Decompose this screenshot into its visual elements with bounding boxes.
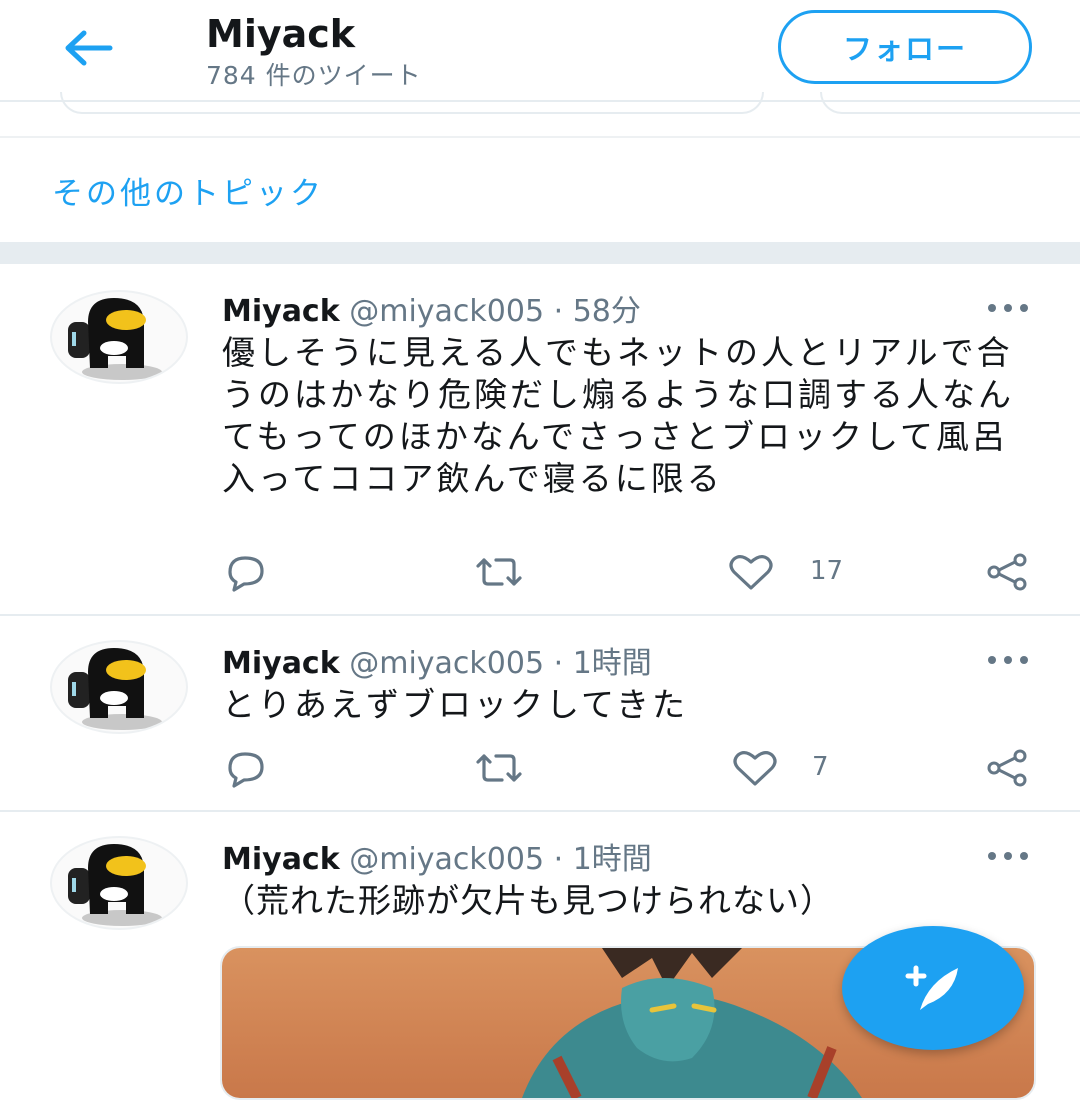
tweet-text: 優しそうに見える人でもネットの人とリアルで合うのはかなり危険だし煽るような口調す… — [222, 333, 1014, 498]
tweet-meta: Miyack @miyack005 · 58分 — [222, 286, 641, 330]
meta-separator: · — [553, 842, 564, 877]
back-arrow-icon[interactable] — [62, 28, 114, 68]
avatar[interactable] — [50, 640, 188, 734]
tweet[interactable]: Miyack @miyack005 · 1時間 とりあえずブロックしてきた 7 — [0, 616, 1080, 812]
tweet-text: （荒れた形跡が欠片も見つけられない） — [222, 881, 834, 920]
tweet-meta: Miyack @miyack005 · 1時間 — [222, 638, 652, 682]
display-name[interactable]: Miyack — [222, 646, 340, 681]
display-name[interactable]: Miyack — [222, 842, 340, 877]
reply-button[interactable] — [222, 746, 268, 790]
user-handle[interactable]: @miyack005 — [349, 294, 544, 329]
crewmate-avatar-icon — [68, 298, 162, 380]
tweet-time[interactable]: 58分 — [573, 294, 641, 329]
reply-icon — [228, 752, 264, 788]
compose-tweet-icon — [905, 965, 958, 1010]
avatar[interactable] — [50, 836, 188, 930]
share-button[interactable] — [984, 746, 1032, 790]
profile-title: Miyack — [206, 12, 356, 56]
more-icon[interactable] — [986, 302, 1030, 314]
display-name[interactable]: Miyack — [222, 294, 340, 329]
divider — [0, 136, 1080, 138]
like-count: 7 — [812, 752, 829, 782]
tweet-text: とりあえずブロックしてきた — [222, 685, 689, 724]
share-button[interactable] — [984, 550, 1032, 594]
like-icon — [729, 555, 773, 590]
tweet-actions: 17 — [222, 550, 1042, 594]
share-icon — [987, 749, 1027, 787]
user-handle[interactable]: @miyack005 — [349, 646, 544, 681]
tweet-count: 784 件のツイート — [206, 61, 422, 90]
tweet[interactable]: Miyack @miyack005 · 58分 優しそうに見える人でもネットの人… — [0, 264, 1080, 616]
retweet-icon — [476, 754, 522, 782]
tweet-meta: Miyack @miyack005 · 1時間 — [222, 834, 652, 878]
more-icon[interactable] — [986, 654, 1030, 666]
profile-header: Miyack 784 件のツイート フォロー — [0, 0, 1080, 102]
tweet-time[interactable]: 1時間 — [573, 646, 652, 681]
more-topics-link[interactable]: その他のトピック — [52, 168, 324, 213]
meta-separator: · — [553, 646, 564, 681]
tweet-time[interactable]: 1時間 — [573, 842, 652, 877]
topics-section: その他のトピック — [0, 112, 1080, 242]
reply-icon — [228, 556, 264, 592]
reply-button[interactable] — [222, 550, 268, 594]
retweet-button[interactable] — [472, 746, 526, 790]
crewmate-avatar-icon — [68, 844, 162, 926]
like-icon — [733, 751, 777, 786]
retweet-icon — [476, 558, 522, 586]
retweet-button[interactable] — [472, 550, 526, 594]
like-button[interactable] — [726, 550, 776, 594]
section-gap — [0, 242, 1080, 264]
meta-separator: · — [553, 294, 564, 329]
more-icon[interactable] — [986, 850, 1030, 862]
follow-button[interactable]: フォロー — [778, 10, 1032, 84]
topic-pill-remnant — [820, 92, 1080, 114]
share-icon — [987, 553, 1027, 591]
user-handle[interactable]: @miyack005 — [349, 842, 544, 877]
like-button[interactable] — [730, 746, 780, 790]
tweet-actions: 7 — [222, 746, 1042, 790]
crewmate-avatar-icon — [68, 648, 162, 730]
compose-tweet-button[interactable] — [842, 926, 1024, 1050]
topic-pill-remnant — [60, 92, 764, 114]
like-count: 17 — [810, 556, 844, 586]
avatar[interactable] — [50, 290, 188, 384]
